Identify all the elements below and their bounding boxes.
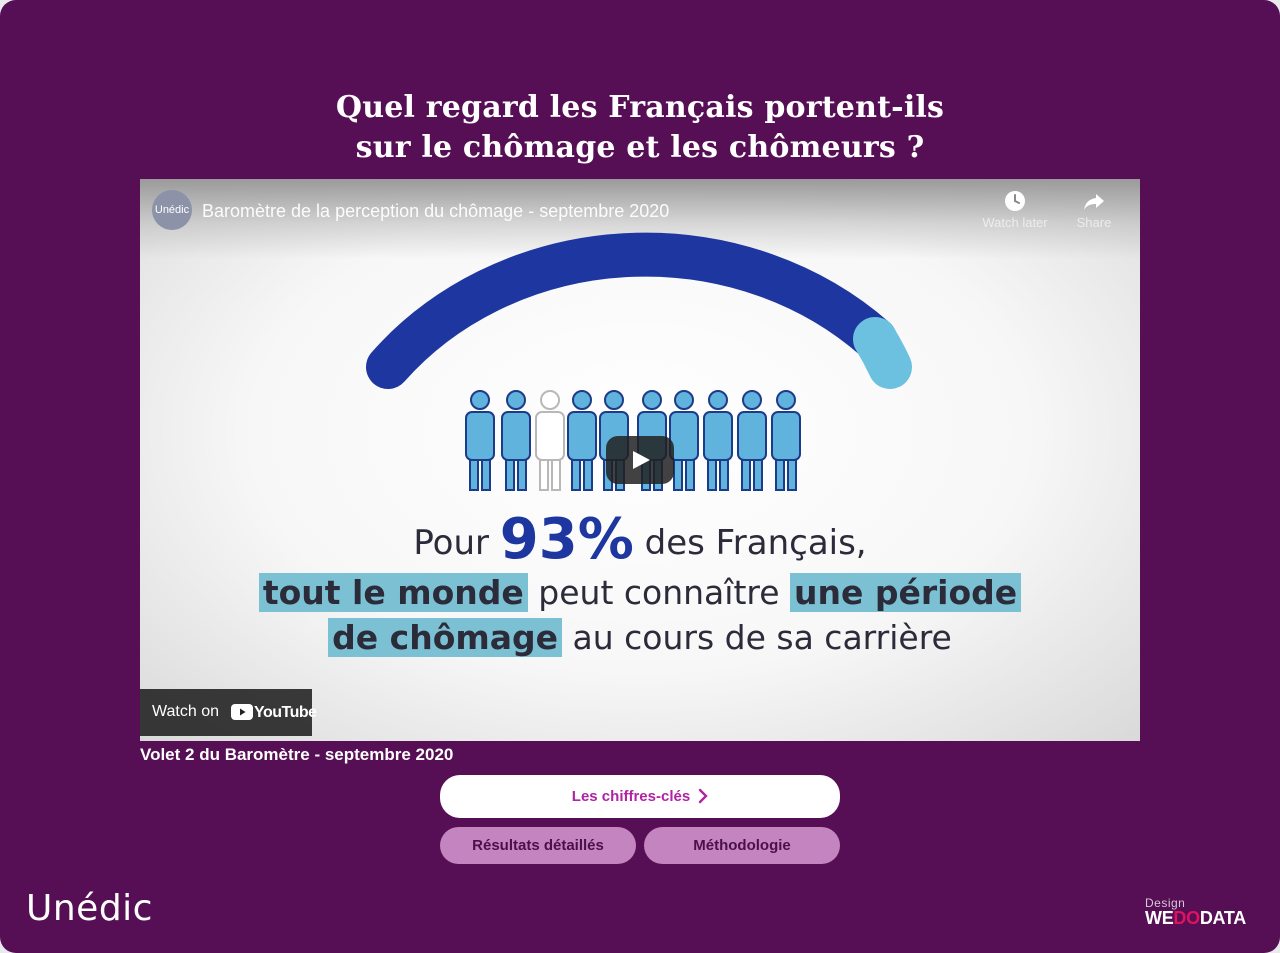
page-title: Quel regard les Français portent-ils sur… <box>0 88 1280 168</box>
video-caption: Volet 2 du Baromètre - septembre 2020 <box>140 745 454 764</box>
youtube-wordmark: YouTube <box>254 704 317 721</box>
person-figure <box>703 390 733 491</box>
frame-text-mid: peut connaître <box>538 573 780 612</box>
frame-text-highlight-3: de chômage <box>328 618 563 657</box>
person-figure <box>567 390 597 491</box>
watch-on-label: Watch on <box>152 703 219 720</box>
youtube-logo-icon <box>231 704 253 720</box>
page-title-line-2: sur le chômage et les chômeurs ? <box>355 130 925 165</box>
watch-on-youtube-button[interactable]: Watch on YouTube <box>140 689 317 736</box>
frame-text-des-francais: des Français, <box>644 523 867 563</box>
person-figure <box>669 390 699 491</box>
video-player[interactable]: Unédic Baromètre de la perception du chô… <box>140 179 1140 741</box>
frame-text-percent: 93% <box>499 507 634 572</box>
page-title-line-1: Quel regard les Français portent-ils <box>335 90 945 125</box>
frame-text-line-2: tout le monde peut connaître une période <box>140 572 1140 614</box>
wedodata-do: DO <box>1173 908 1200 928</box>
frame-text-line-3: de chômage au cours de sa carrière <box>140 617 1140 659</box>
play-button[interactable] <box>606 436 674 484</box>
detailed-results-button[interactable]: Résultats détaillés <box>440 827 636 864</box>
methodology-button[interactable]: Méthodologie <box>644 827 840 864</box>
frame-text-highlight-1: tout le monde <box>258 573 528 612</box>
frame-text-end: au cours de sa carrière <box>572 618 952 657</box>
wedodata-we: WE <box>1145 908 1174 928</box>
frame-text-pour: Pour <box>413 523 489 563</box>
person-figure <box>771 390 801 491</box>
wedodata-data: DATA <box>1199 908 1246 928</box>
frame-text-highlight-2: une période <box>790 573 1022 612</box>
key-figures-button[interactable]: Les chiffres-clés <box>440 775 840 818</box>
frame-text-line-1: Pour 93% des Français, <box>140 509 1140 574</box>
person-figure <box>465 390 495 491</box>
unedic-logo[interactable]: Unédic <box>26 888 153 929</box>
person-figure <box>501 390 531 491</box>
key-figures-label: Les chiffres-clés <box>571 788 691 805</box>
gauge-arc <box>366 232 912 389</box>
person-figure <box>737 390 767 491</box>
chevron-right-icon <box>698 788 708 804</box>
page: Quel regard les Français portent-ils sur… <box>0 0 1280 953</box>
wedodata-logo[interactable]: WEDODATA <box>1145 908 1246 929</box>
person-figure-white <box>535 390 565 491</box>
